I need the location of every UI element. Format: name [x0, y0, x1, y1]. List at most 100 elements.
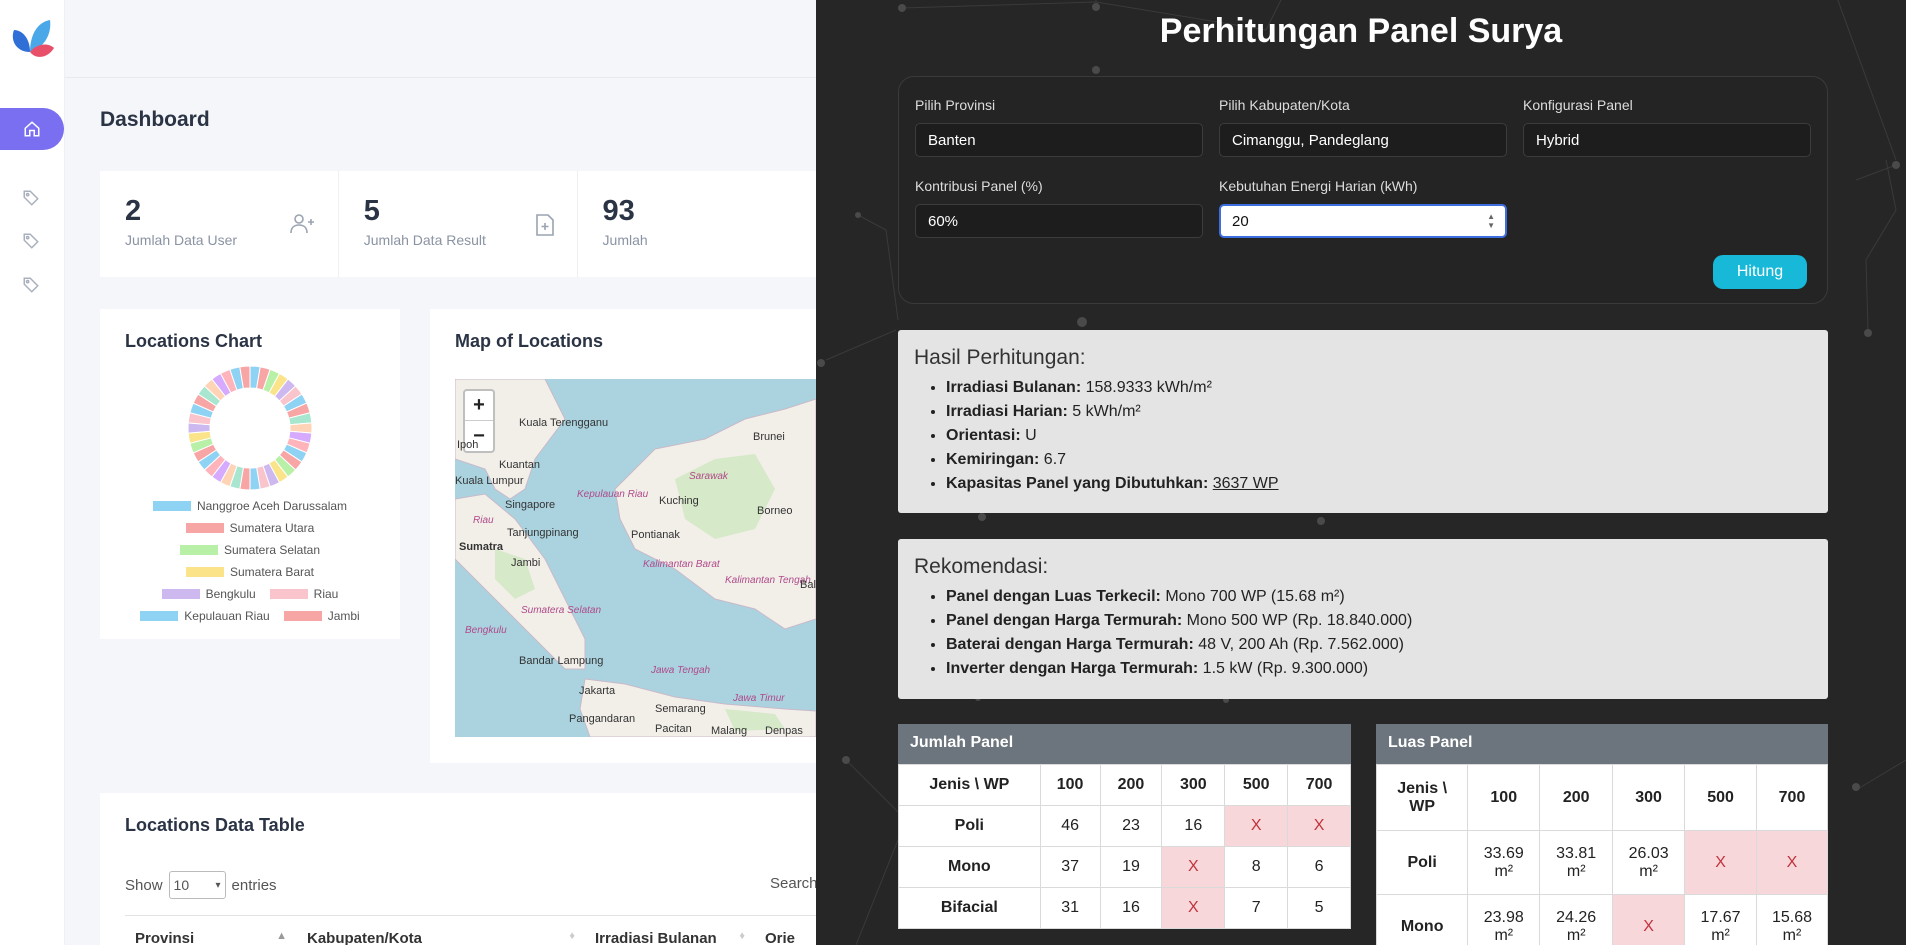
kontribusi-label: Kontribusi Panel (%): [915, 178, 1043, 194]
rekomendasi-item: Panel dengan Luas Terkecil: Mono 700 WP …: [946, 585, 1812, 609]
map-card: Map of Locations + − Kuala Terengganu Br…: [430, 309, 816, 763]
table-cell: 23: [1099, 805, 1163, 847]
legend-label: Riau: [313, 587, 339, 601]
column-header-irradiasi[interactable]: Irradiasi Bulanan ♦: [585, 930, 755, 945]
legend-item[interactable]: Sumatera Utara: [185, 521, 314, 535]
table-cell: 16: [1099, 887, 1163, 929]
row-header: Bifacial: [898, 887, 1041, 929]
tag-icon: [23, 233, 39, 249]
legend-label: Jambi: [327, 609, 360, 623]
legend-item[interactable]: Jambi: [283, 609, 360, 623]
map-label: Bali: [800, 579, 816, 591]
entries-select[interactable]: 10 ▾: [168, 871, 226, 899]
table-row: Poli 33.69 m² 33.81 m² 26.03 m² X X: [1375, 830, 1828, 895]
legend-item[interactable]: Riau: [269, 587, 339, 601]
legend-label: Kepulauan Riau: [184, 609, 270, 623]
kabupaten-select[interactable]: Cimanggu, Pandeglang: [1219, 123, 1507, 157]
number-spinner-icon[interactable]: ▲ ▼: [1487, 212, 1495, 230]
map-label: Brunei: [753, 431, 785, 443]
home-icon: [24, 121, 40, 137]
column-header: 700: [1287, 764, 1351, 806]
map-label: Sumatra: [459, 541, 504, 553]
row-header: Poli: [1375, 830, 1469, 895]
chart-legend: Nanggroe Aceh Darussalam Sumatera Utara Su…: [100, 495, 400, 627]
legend-swatch: [185, 523, 224, 533]
calculator-title: Perhitungan Panel Surya: [1159, 12, 1563, 50]
legend-swatch: [269, 589, 308, 599]
donut-chart[interactable]: [187, 365, 313, 491]
rekomendasi-item: Panel dengan Harga Termurah: Mono 500 WP…: [946, 609, 1812, 633]
table-cell: 37: [1039, 846, 1101, 888]
table-cell: 31: [1039, 887, 1101, 929]
legend-swatch: [283, 611, 322, 621]
column-header: 200: [1539, 764, 1614, 831]
table-cell: 5: [1287, 887, 1351, 929]
sort-icon: ♦: [739, 930, 745, 942]
sidebar-item-home[interactable]: [0, 108, 64, 150]
legend-label: Nanggroe Aceh Darussalam: [196, 499, 348, 513]
sidebar-item-tag-1[interactable]: [20, 187, 42, 209]
sidebar-item-tag-3[interactable]: [20, 274, 42, 296]
chevron-down-icon: ▾: [215, 879, 221, 891]
legend-row: Sumatera Selatan: [100, 539, 400, 561]
calculator-form: Pilih Provinsi Banten Pilih Kabupaten/Ko…: [898, 76, 1828, 304]
column-header-provinsi[interactable]: Provinsi ▲: [125, 930, 297, 945]
hasil-item: Irradiasi Bulanan: 158.9333 kWh/m²: [946, 376, 1812, 400]
zoom-in-button[interactable]: +: [465, 391, 493, 421]
stat-label: Jumlah Data User: [125, 232, 238, 248]
legend-item[interactable]: Sumatera Barat: [185, 565, 314, 579]
legend-item[interactable]: Bengkulu: [161, 587, 256, 601]
sidebar: [0, 0, 65, 945]
table-cell: 8: [1224, 846, 1289, 888]
map-label: Kuala Terengganu: [519, 417, 609, 429]
sort-icon: ▲: [276, 930, 287, 942]
locations-table-card: Locations Data Table Show 10 ▾ entries S…: [100, 793, 816, 945]
map-label: Pacitan: [655, 723, 692, 735]
kapasitas-link[interactable]: 3637 WP: [1213, 475, 1279, 492]
app-logo[interactable]: [8, 18, 56, 62]
row-header: Poli: [898, 805, 1041, 847]
entries-value: 10: [173, 877, 190, 893]
map-label: Kalimantan Barat: [643, 559, 720, 570]
kabupaten-label: Pilih Kabupaten/Kota: [1219, 97, 1350, 113]
map-label: Kuala Lumpur: [455, 475, 524, 487]
user-plus-icon: [289, 214, 314, 234]
page-title: Dashboard: [100, 108, 210, 131]
hitung-button[interactable]: Hitung: [1713, 255, 1807, 289]
sidebar-item-tag-2[interactable]: [20, 230, 42, 252]
provinsi-select[interactable]: Banten: [915, 123, 1203, 157]
legend-row: Sumatera Barat: [100, 561, 400, 583]
locations-chart-card: Locations Chart Nanggroe Aceh Darussalam…: [100, 309, 400, 639]
map-label: Semarang: [655, 703, 706, 715]
luas-panel-card: Luas Panel Jenis \ WP 100 200 300 500 70…: [1375, 724, 1828, 945]
legend-swatch: [152, 501, 191, 511]
stat-value: 93: [602, 195, 635, 227]
show-label: Show: [125, 876, 163, 894]
table-cell: 33.81 m²: [1539, 830, 1614, 895]
hasil-list: Irradiasi Bulanan: 158.9333 kWh/m² Irrad…: [914, 376, 1812, 496]
table-header: Provinsi ▲ Kabupaten/Kota ♦ Irradiasi Bula…: [125, 915, 816, 945]
map-view[interactable]: + − Kuala Terengganu Brunei Ipoh Kuantan…: [455, 379, 816, 737]
kebutuhan-input[interactable]: 20 ▲ ▼: [1219, 204, 1507, 238]
column-header: 100: [1467, 764, 1541, 831]
rekomendasi-item: Baterai dengan Harga Termurah: 48 V, 200…: [946, 633, 1812, 657]
legend-row: Kepulauan Riau Jambi: [100, 605, 400, 627]
hasil-item: Orientasi: U: [946, 424, 1812, 448]
konfigurasi-select[interactable]: Hybrid: [1523, 123, 1811, 157]
kontribusi-select[interactable]: 60%: [915, 204, 1203, 238]
card-title: Locations Data Table: [125, 815, 305, 835]
entries-control: Show 10 ▾ entries: [125, 871, 277, 899]
column-header-orientasi[interactable]: Orie: [755, 930, 815, 945]
column-header: 700: [1756, 764, 1828, 831]
rekomendasi-item: Inverter dengan Harga Termurah: 1.5 kW (…: [946, 657, 1812, 681]
legend-item[interactable]: Sumatera Selatan: [179, 543, 320, 557]
table-cell: 16: [1161, 805, 1226, 847]
map-label: Kuantan: [499, 459, 540, 471]
legend-item[interactable]: Kepulauan Riau: [140, 609, 270, 623]
legend-item[interactable]: Nanggroe Aceh Darussalam: [152, 499, 348, 513]
stat-card-users: 2 Jumlah Data User: [100, 171, 339, 277]
table-corner: Jenis \ WP: [898, 764, 1041, 806]
map-label: Pangandaran: [569, 713, 636, 725]
column-header-kabupaten[interactable]: Kabupaten/Kota ♦: [297, 930, 585, 945]
map-label: Kepulauan Riau: [577, 489, 649, 500]
